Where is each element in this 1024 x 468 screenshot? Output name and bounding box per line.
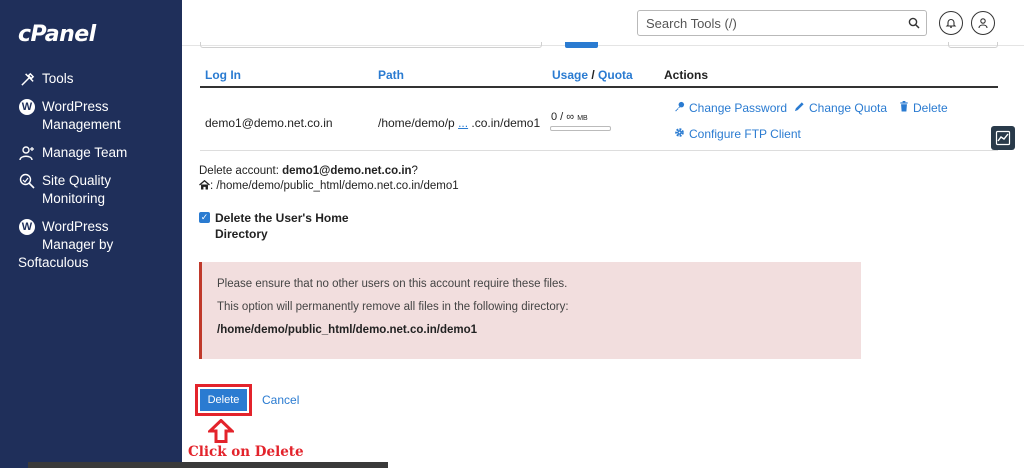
search-input[interactable] [638, 11, 888, 35]
change-password-link[interactable]: Change Password [674, 101, 787, 115]
gear-icon [674, 127, 685, 141]
delete-account-name: demo1@demo.net.co.in [282, 165, 412, 177]
configure-ftp-label: Configure FTP Client [689, 127, 801, 141]
sidebar: cPanel Tools W WordPress Management Mana… [0, 0, 182, 468]
tools-icon [18, 70, 36, 88]
delete-prompt: Delete account: demo1@demo.net.co.in? [199, 165, 418, 177]
change-password-label: Change Password [689, 101, 788, 115]
key-icon [674, 101, 685, 115]
search-icon[interactable] [906, 15, 922, 31]
column-separator: / [588, 68, 599, 82]
cancel-link[interactable]: Cancel [262, 393, 299, 407]
table-row: demo1@demo.net.co.in /home/demo/p ... .c… [200, 89, 998, 151]
delete-link[interactable]: Delete [899, 101, 948, 115]
path-expand-link[interactable]: ... [458, 116, 468, 130]
sidebar-item-label: Tools [42, 71, 74, 86]
usage-unit: MB [577, 115, 588, 122]
chart-icon[interactable] [991, 126, 1015, 150]
sidebar-item-label: Softaculous [18, 255, 89, 270]
delete-prompt-suffix: ? [411, 165, 418, 177]
path-cell: /home/demo/p ... .co.in/demo1 [378, 116, 540, 130]
change-quota-link[interactable]: Change Quota [794, 101, 887, 115]
cpanel-logo[interactable]: cPanel [18, 22, 96, 47]
warning-alert: Please ensure that no other users on thi… [199, 262, 861, 359]
sidebar-item-site-quality[interactable]: Site Quality Monitoring [0, 172, 182, 208]
partial-input [200, 42, 542, 48]
login-cell: demo1@demo.net.co.in [205, 116, 333, 130]
delete-home-label[interactable]: Delete the User's Home Directory [215, 210, 355, 242]
top-header [182, 0, 1024, 46]
delete-button[interactable]: Delete [200, 389, 247, 411]
sidebar-nav: Tools W WordPress Management Manage Team… [0, 70, 182, 282]
wordpress-icon: W [18, 98, 36, 116]
home-icon [199, 179, 210, 192]
annotation-text: Click on Delete [188, 444, 304, 460]
table-header: Log In Path Usage / Quota Actions [200, 62, 998, 88]
delete-label: Delete [913, 101, 948, 115]
sidebar-item-wordpress-management[interactable]: W WordPress Management [0, 98, 182, 134]
usage-value: 0 / ∞ [551, 111, 575, 123]
partial-button [565, 42, 598, 48]
sidebar-item-wordpress-manager[interactable]: W WordPress Manager by [0, 218, 182, 254]
partial-control [948, 42, 998, 48]
delete-prompt-prefix: Delete account: [199, 165, 283, 177]
sidebar-item-label: WordPress Manager by [42, 219, 114, 252]
path-end: .co.in/demo1 [471, 116, 541, 130]
up-arrow-icon [208, 419, 234, 443]
column-usage[interactable]: Usage [552, 68, 588, 82]
sidebar-item-label: Site Quality Monitoring [42, 173, 112, 206]
configure-ftp-link[interactable]: Configure FTP Client [674, 127, 801, 141]
column-usage-quota: Usage / Quota [552, 68, 633, 82]
column-path[interactable]: Path [378, 68, 404, 82]
alert-line-2: This option will permanently remove all … [217, 301, 569, 313]
sidebar-item-tools[interactable]: Tools [0, 70, 182, 88]
alert-line-1: Please ensure that no other users on thi… [217, 278, 568, 290]
site-quality-icon [18, 172, 36, 190]
path-start: /home/demo/p [378, 116, 455, 130]
delete-home-checkbox[interactable]: ✓ [199, 212, 210, 223]
team-icon [18, 144, 36, 162]
usage-cell: 0 / ∞ MB [551, 111, 588, 123]
bottom-scrollbar [28, 462, 388, 468]
delete-button-highlight: Delete [195, 384, 252, 416]
wordpress-icon: W [18, 218, 36, 236]
column-quota[interactable]: Quota [598, 68, 633, 82]
column-actions: Actions [664, 68, 709, 82]
pencil-icon [794, 101, 805, 115]
change-quota-label: Change Quota [809, 101, 888, 115]
sidebar-item-softaculous[interactable]: Softaculous [0, 254, 182, 272]
usage-progress-bar [550, 126, 611, 131]
sidebar-item-label: Manage Team [42, 145, 128, 160]
bell-icon[interactable] [939, 11, 963, 35]
user-icon[interactable] [971, 11, 995, 35]
sidebar-item-label: WordPress Management [42, 99, 121, 132]
search-box [637, 10, 927, 36]
home-path-text: : /home/demo/public_html/demo.net.co.in/… [210, 180, 459, 192]
trash-icon [899, 101, 909, 115]
home-path-line: : /home/demo/public_html/demo.net.co.in/… [199, 179, 459, 192]
sidebar-item-manage-team[interactable]: Manage Team [0, 144, 182, 162]
alert-directory: /home/demo/public_html/demo.net.co.in/de… [217, 324, 478, 336]
column-login[interactable]: Log In [205, 68, 241, 82]
